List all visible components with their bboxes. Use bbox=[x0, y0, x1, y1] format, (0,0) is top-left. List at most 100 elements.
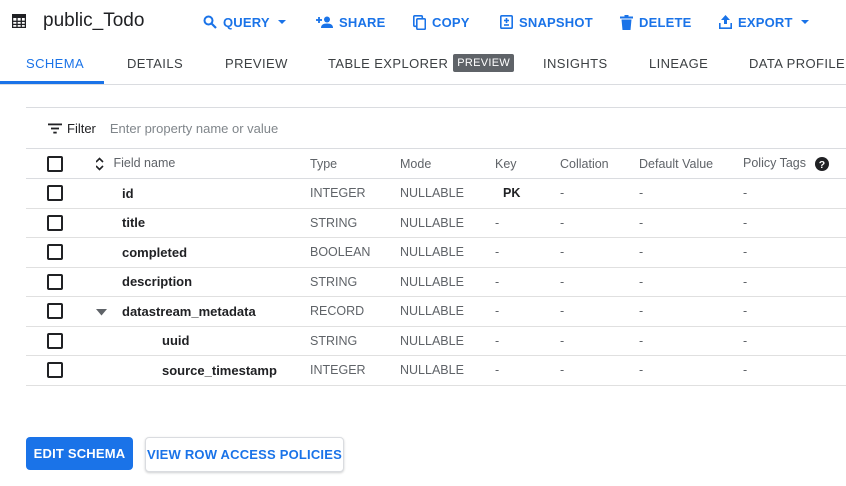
field-key: - bbox=[495, 274, 500, 289]
filter-bar: Filter bbox=[26, 108, 846, 148]
row-checkbox[interactable] bbox=[47, 273, 63, 290]
field-type: STRING bbox=[310, 215, 358, 230]
field-policy-tags: - bbox=[743, 333, 748, 348]
snapshot-icon bbox=[500, 15, 513, 29]
field-name: source_timestamp bbox=[162, 362, 277, 378]
field-default-value: - bbox=[639, 333, 644, 348]
field-default-value: - bbox=[639, 274, 644, 289]
field-name: id bbox=[122, 185, 134, 201]
row-checkbox[interactable] bbox=[47, 362, 63, 379]
field-default-value: - bbox=[639, 215, 644, 230]
field-name: uuid bbox=[162, 333, 190, 349]
table-row[interactable]: datastream_metadata RECORD NULLABLE - - - - bbox=[26, 297, 846, 326]
field-type: INTEGER bbox=[310, 186, 366, 201]
field-type: BOOLEAN bbox=[310, 245, 371, 260]
share-label: SHARE bbox=[339, 14, 386, 30]
filter-input[interactable] bbox=[109, 120, 510, 136]
field-collation: - bbox=[560, 245, 565, 260]
field-collation: - bbox=[560, 186, 565, 201]
tab-lineage[interactable]: LINEAGE bbox=[649, 44, 708, 82]
field-mode: NULLABLE bbox=[400, 363, 464, 378]
field-collation: - bbox=[560, 363, 565, 378]
column-header-default-value: Default Value bbox=[639, 156, 714, 171]
tab-schema[interactable]: SCHEMA bbox=[26, 44, 84, 82]
filter-icon bbox=[48, 123, 62, 133]
column-header-field-name[interactable]: Field name bbox=[96, 149, 310, 179]
snapshot-button[interactable]: SNAPSHOT bbox=[500, 13, 593, 31]
tab-insights[interactable]: INSIGHTS bbox=[543, 44, 608, 82]
field-default-value: - bbox=[639, 186, 644, 201]
share-button[interactable]: SHARE bbox=[316, 13, 386, 31]
field-policy-tags: - bbox=[743, 215, 748, 230]
field-collation: - bbox=[560, 333, 565, 348]
field-key: - bbox=[495, 333, 500, 348]
field-mode: NULLABLE bbox=[400, 245, 464, 260]
schema-table: Field name Type Mode Key Collation Defau… bbox=[26, 148, 846, 386]
preview-badge: PREVIEW bbox=[453, 54, 515, 72]
query-label: QUERY bbox=[223, 14, 270, 30]
export-label: EXPORT bbox=[738, 14, 793, 30]
person-add-icon bbox=[316, 16, 333, 28]
row-checkbox[interactable] bbox=[47, 214, 63, 231]
page-title: public_Todo bbox=[43, 10, 145, 31]
column-label: Policy Tags bbox=[743, 156, 806, 171]
field-key: - bbox=[495, 245, 500, 260]
field-policy-tags: - bbox=[743, 304, 748, 319]
expand-arrow-icon[interactable] bbox=[96, 309, 107, 316]
field-key: - bbox=[495, 215, 500, 230]
tab-table-explorer[interactable]: TABLE EXPLORER PREVIEW bbox=[328, 44, 515, 82]
query-button[interactable]: QUERY bbox=[203, 13, 287, 31]
table-row[interactable]: title STRING NULLABLE - - - - bbox=[26, 208, 846, 238]
table-icon bbox=[12, 14, 26, 28]
field-name: description bbox=[122, 274, 193, 290]
field-key: PK bbox=[503, 186, 521, 201]
tab-bar: SCHEMA DETAILS PREVIEW TABLE EXPLORER PR… bbox=[0, 44, 846, 85]
chevron-down-icon bbox=[800, 20, 809, 24]
table-row[interactable]: description STRING NULLABLE - - - - bbox=[26, 267, 846, 297]
snapshot-label: SNAPSHOT bbox=[519, 14, 593, 30]
edit-schema-button[interactable]: EDIT SCHEMA bbox=[26, 437, 133, 470]
view-row-access-policies-button[interactable]: VIEW ROW ACCESS POLICIES bbox=[145, 437, 344, 472]
row-checkbox[interactable] bbox=[47, 244, 63, 261]
tab-details[interactable]: DETAILS bbox=[127, 44, 183, 82]
table-row[interactable]: source_timestamp INTEGER NULLABLE - - - - bbox=[26, 356, 846, 385]
tab-data-profile[interactable]: DATA PROFILE bbox=[749, 44, 845, 82]
field-type: INTEGER bbox=[310, 363, 366, 378]
field-default-value: - bbox=[639, 245, 644, 260]
field-type: STRING bbox=[310, 274, 358, 289]
field-mode: NULLABLE bbox=[400, 333, 464, 348]
field-policy-tags: - bbox=[743, 363, 748, 378]
select-all-checkbox[interactable] bbox=[47, 155, 63, 172]
table-row[interactable]: uuid STRING NULLABLE - - - - bbox=[26, 326, 846, 356]
table-row[interactable]: id INTEGER NULLABLE PK - - - bbox=[26, 179, 846, 208]
filter-label: Filter bbox=[67, 120, 96, 136]
field-collation: - bbox=[560, 215, 565, 230]
field-name: completed bbox=[122, 244, 188, 260]
field-mode: NULLABLE bbox=[400, 186, 464, 201]
field-mode: NULLABLE bbox=[400, 215, 464, 230]
row-checkbox[interactable] bbox=[47, 303, 63, 320]
svg-text:?: ? bbox=[819, 159, 825, 171]
row-checkbox[interactable] bbox=[47, 332, 63, 349]
column-header-type: Type bbox=[310, 156, 338, 171]
tab-preview[interactable]: PREVIEW bbox=[225, 44, 288, 82]
field-type: STRING bbox=[310, 333, 358, 348]
delete-button[interactable]: DELETE bbox=[620, 13, 691, 31]
help-icon[interactable]: ? bbox=[815, 156, 830, 171]
field-mode: NULLABLE bbox=[400, 274, 464, 289]
tab-table-explorer-label: TABLE EXPLORER bbox=[328, 55, 449, 71]
field-collation: - bbox=[560, 304, 565, 319]
row-checkbox[interactable] bbox=[47, 185, 63, 202]
column-header-mode: Mode bbox=[400, 156, 432, 171]
copy-button[interactable]: COPY bbox=[413, 13, 470, 31]
toolbar: public_Todo QUERY SHARE COPY SNAPSHOT DE… bbox=[0, 0, 846, 42]
table-row[interactable]: completed BOOLEAN NULLABLE - - - - bbox=[26, 238, 846, 267]
field-collation: - bbox=[560, 274, 565, 289]
search-icon bbox=[203, 15, 217, 29]
active-tab-indicator bbox=[0, 81, 104, 84]
field-name: datastream_metadata bbox=[122, 303, 256, 319]
field-type: RECORD bbox=[310, 304, 365, 319]
field-key: - bbox=[495, 304, 500, 319]
export-button[interactable]: EXPORT bbox=[719, 13, 810, 31]
copy-icon bbox=[413, 14, 426, 30]
